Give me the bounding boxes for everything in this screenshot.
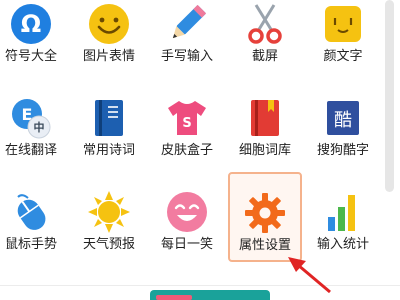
tool-label: 天气预报: [82, 237, 135, 252]
scissors-icon: [248, 4, 282, 44]
tool-handwriting[interactable]: 手写输入: [150, 0, 224, 74]
tool-label: 每日一笑: [160, 237, 213, 252]
tool-label: 皮肤盒子: [160, 143, 213, 158]
svg-text:中: 中: [34, 120, 45, 134]
scrollbar-thumb[interactable]: [385, 0, 394, 192]
tool-label: 属性设置: [238, 238, 291, 253]
bottom-tab[interactable]: [150, 290, 270, 300]
toolbox-grid: Ω 符号大全 图片表情 手写输入 截屏 颜文字 E 中 在线翻译 常用诗词 S …: [0, 0, 384, 264]
tool-label: 鼠标手势: [4, 237, 57, 252]
svg-text:Ω: Ω: [21, 10, 41, 38]
vertical-scrollbar[interactable]: [382, 0, 400, 300]
tool-daily-joke[interactable]: 每日一笑: [150, 172, 224, 262]
kaomoji-face-icon: [325, 6, 361, 42]
mouse-icon: [17, 194, 46, 230]
bottom-bar: [0, 285, 400, 300]
tool-label: 符号大全: [4, 49, 57, 64]
bottom-tab-accent: [156, 295, 192, 300]
tool-online-translate[interactable]: E 中 在线翻译: [0, 78, 68, 168]
tool-screenshot[interactable]: 截屏: [228, 0, 302, 74]
sun-icon: [88, 191, 130, 233]
tool-weather[interactable]: 天气预报: [72, 172, 146, 262]
tool-label: 截屏: [251, 49, 278, 64]
fancy-text-icon: 酷: [327, 101, 359, 135]
tshirt-icon: S: [168, 101, 206, 135]
tool-label: 图片表情: [82, 49, 135, 64]
tool-property-settings[interactable]: 属性设置: [228, 172, 302, 262]
tool-label: 输入统计: [316, 237, 369, 252]
tool-image-emoji[interactable]: 图片表情: [72, 0, 146, 74]
tool-input-stats[interactable]: 输入统计: [306, 172, 380, 262]
tool-sogou-fancy-text[interactable]: 酷 搜狗酷字: [306, 78, 380, 168]
bar-chart-icon: [328, 195, 355, 231]
gear-icon: [245, 193, 285, 233]
tool-poems[interactable]: 常用诗词: [72, 78, 146, 168]
translate-icon: E 中: [12, 99, 51, 139]
tool-cell-dict[interactable]: 细胞词库: [228, 78, 302, 168]
tool-label: 手写输入: [160, 49, 213, 64]
tool-mouse-gesture[interactable]: 鼠标手势: [0, 172, 68, 262]
tool-skin-box[interactable]: S 皮肤盒子: [150, 78, 224, 168]
tool-kaomoji[interactable]: 颜文字: [306, 0, 380, 74]
smiley-face-icon: [89, 4, 129, 44]
svg-text:酷: 酷: [334, 110, 352, 131]
bookmark-book-icon: [251, 100, 279, 136]
tool-label: 细胞词库: [238, 143, 291, 158]
omega-icon: Ω: [11, 4, 51, 44]
svg-text:S: S: [182, 116, 191, 131]
laughing-face-icon: [167, 192, 207, 232]
book-icon: [95, 100, 123, 136]
tool-label: 在线翻译: [4, 143, 57, 158]
tool-label: 搜狗酷字: [316, 143, 369, 158]
tool-label: 常用诗词: [82, 143, 135, 158]
toolbox-panel: Ω 符号大全 图片表情 手写输入 截屏 颜文字 E 中 在线翻译 常用诗词 S …: [0, 0, 400, 300]
tool-label: 颜文字: [323, 49, 363, 64]
pencil-icon: [172, 4, 207, 39]
tool-symbols[interactable]: Ω 符号大全: [0, 0, 68, 74]
